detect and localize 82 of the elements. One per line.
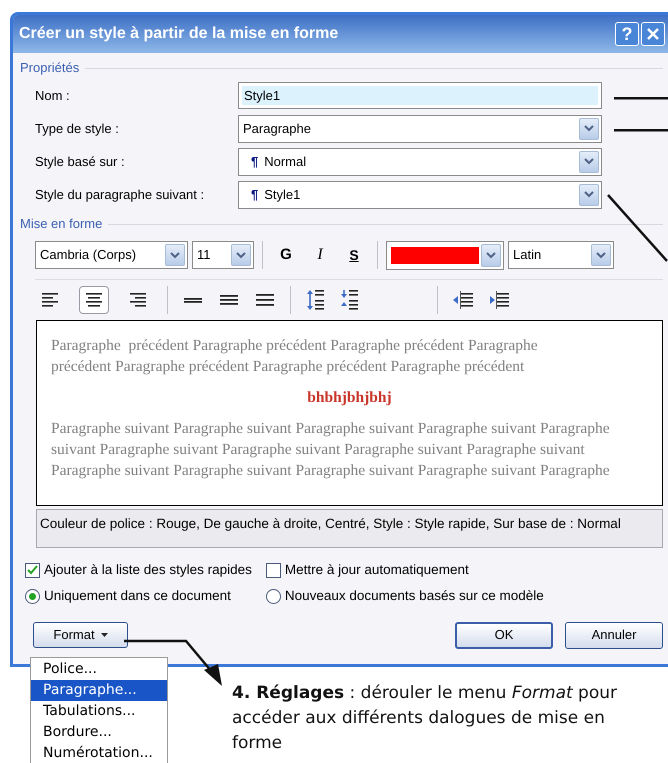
dropdown-arrow-button[interactable]	[579, 150, 599, 172]
preview-text: Paragraphe suivant Paragraphe suivant Paragraphe suivant Paragraphe suivant Paragraphe	[51, 419, 611, 439]
annotation-text: 4. Réglages : dérouler le menu Format pour accéder aux différents dalogues de mise en forme	[232, 682, 618, 755]
align-right-icon[interactable]	[128, 292, 148, 308]
close-button[interactable]	[641, 22, 665, 46]
align-left-icon[interactable]	[40, 292, 60, 308]
close-icon	[646, 27, 660, 41]
window-title: Créer un style à partir de la mise en forme	[19, 24, 340, 44]
line-spacing-icon[interactable]	[218, 292, 240, 308]
radio-option[interactable]: Nouveaux documents basés sur ce modèle	[266, 586, 544, 606]
style-dropdown[interactable]: ¶ Style1	[238, 180, 602, 208]
line-spacing-icon[interactable]	[254, 292, 276, 308]
dropdown-value: Normal	[264, 152, 306, 171]
cancel-button[interactable]: Annuler	[565, 622, 663, 648]
leader-line	[614, 129, 668, 132]
font-color-dropdown[interactable]	[386, 240, 504, 270]
size-dropdown[interactable]: 11	[192, 241, 254, 269]
italic-button[interactable]: I	[305, 243, 335, 267]
chevron-down-icon	[584, 191, 594, 198]
style-description: Couleur de police : Rouge, De gauche à droite, Centré, Style : Style rapide, Sur base de : Normal	[36, 509, 663, 548]
menu-item[interactable]: Paragraphe...	[31, 680, 167, 701]
paragraph-spacing-icon[interactable]	[305, 289, 325, 311]
preview-text: Paragraphe précédent Paragraphe précédent Paragraphe précédent Paragraphe	[51, 336, 539, 356]
checkbox-option[interactable]: Ajouter à la liste des styles rapides	[25, 560, 252, 580]
leader-line	[614, 97, 668, 100]
align-center-icon[interactable]	[84, 292, 104, 308]
bold-button[interactable]: G	[271, 244, 301, 266]
dropdown-arrow-button[interactable]	[591, 244, 611, 266]
dropdown-arrow-button[interactable]	[231, 244, 251, 266]
chevron-down-icon	[236, 252, 246, 258]
dropdown-arrow-button[interactable]	[481, 244, 501, 266]
font-dropdown[interactable]: Cambria (Corps)	[35, 241, 188, 269]
name-field[interactable]: Style1	[238, 82, 602, 109]
checkbox[interactable]	[25, 562, 40, 578]
chevron-down-icon	[170, 252, 180, 258]
checkbox[interactable]	[266, 562, 281, 578]
radio-button[interactable]	[266, 588, 281, 604]
section-heading: Mise en forme	[20, 215, 102, 234]
radio-option[interactable]: Uniquement dans ce document	[25, 586, 252, 606]
preview-text: suivant Paragraphe suivant Paragraphe suivant Paragraphe suivant Paragraphe suivant	[51, 440, 586, 460]
underline-button[interactable]: S	[339, 244, 369, 266]
chevron-down-icon	[584, 158, 594, 165]
indent-icon[interactable]	[488, 291, 510, 309]
dropdown-value: Style1	[264, 186, 300, 204]
field-label: Style du paragraphe suivant :	[34, 186, 206, 204]
sample-text: bhbhjbhjbhj	[306, 388, 393, 408]
dropdown-value: 11	[197, 246, 210, 264]
align-button[interactable]	[79, 286, 109, 314]
dropdown-arrow-button[interactable]	[579, 184, 599, 206]
dropdown-value: Paragraphe	[243, 120, 311, 138]
field-label: Type de style :	[34, 120, 120, 138]
dropdown-arrow-button[interactable]	[579, 118, 599, 140]
field-label: Style basé sur :	[34, 152, 126, 171]
paragraph-spacing-icon[interactable]	[339, 289, 359, 311]
section-heading: Propriétés	[20, 59, 80, 78]
preview-text: Paragraphe suivant Paragraphe suivant Paragraphe suivant Paragraphe suivant Paragraphe	[51, 461, 611, 481]
chevron-down-icon	[596, 252, 606, 258]
format-button[interactable]: Format	[33, 622, 128, 648]
field-label: Nom :	[34, 86, 71, 105]
radio-button[interactable]	[25, 588, 40, 604]
pilcrow-icon: ¶	[251, 184, 258, 204]
check-icon	[27, 565, 38, 576]
menu-item[interactable]: Bordure...	[31, 722, 167, 743]
help-button[interactable]: ?	[615, 22, 639, 46]
menu-item[interactable]: Numérotation...	[31, 743, 167, 763]
menu-item[interactable]: Tabulations...	[31, 701, 167, 722]
script-dropdown[interactable]: Latin	[508, 241, 614, 269]
menu-item[interactable]: Police...	[31, 659, 167, 680]
pilcrow-icon: ¶	[251, 152, 258, 172]
style-dropdown[interactable]: Paragraphe	[238, 114, 602, 142]
ok-button[interactable]: OK	[455, 622, 553, 648]
preview-text: précédent Paragraphe précédent Paragraphe précédent Paragraphe précédent	[51, 357, 526, 377]
caret-down-icon	[100, 633, 108, 637]
dropdown-value: Cambria (Corps)	[40, 246, 136, 264]
dropdown-arrow-button[interactable]	[165, 244, 185, 266]
chevron-down-icon	[486, 252, 496, 258]
leader-line	[607, 194, 668, 262]
checkbox-option[interactable]: Mettre à jour automatiquement	[266, 560, 544, 580]
chevron-down-icon	[584, 125, 594, 132]
style-dropdown[interactable]: ¶ Normal	[238, 148, 602, 176]
dropdown-value: Latin	[513, 246, 542, 264]
indent-icon[interactable]	[452, 291, 474, 309]
